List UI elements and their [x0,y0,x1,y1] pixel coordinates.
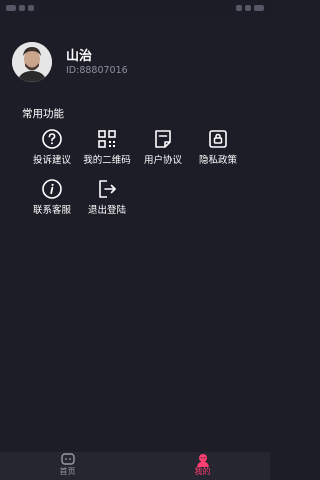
feature-label: 投诉建议 [32,155,71,166]
qr-code-icon [98,130,116,148]
feature-logout-button[interactable]: 退出登陆 [77,178,137,222]
logout-icon [99,180,116,198]
lock-icon [209,130,227,148]
feature-feedback-button[interactable]: 投诉建议 [22,128,82,172]
question-icon [42,129,62,149]
info-icon [42,179,62,199]
notification-icon [28,5,34,11]
username: 山治 [66,49,93,64]
profile-header[interactable]: 山治 ID:88807016 [12,42,258,82]
network-icon [245,5,251,11]
notification-icon [19,5,25,11]
feature-label: 联系客服 [32,205,71,216]
chat-bubble-icon [60,453,75,465]
user-profile-icon [196,454,209,467]
feature-label: 退出登陆 [87,205,126,216]
feature-contact-support-button[interactable]: 联系客服 [22,178,82,222]
tab-home-label: 首页 [59,467,76,476]
tab-home[interactable]: 首页 [0,452,135,480]
signal-icon [6,5,16,11]
tab-me-label: 我的 [194,467,211,476]
user-id: ID:88807016 [66,65,128,76]
avatar-image [12,42,52,82]
feature-label: 用户协议 [143,155,182,166]
status-bar [0,0,270,16]
feature-privacy-policy-button[interactable]: 隐私政策 [188,128,248,172]
document-icon [155,130,171,148]
tab-me[interactable]: 我的 [135,452,270,480]
feature-qr-code-button[interactable]: 我的二维码 [77,128,137,172]
feature-user-agreement-button[interactable]: 用户协议 [133,128,193,172]
avatar[interactable] [12,42,52,82]
feature-label: 我的二维码 [83,155,131,166]
feature-label: 隐私政策 [198,155,237,166]
section-title: 常用功能 [22,108,64,120]
bottom-tab-bar: 首页 我的 [0,452,270,480]
wifi-icon [236,5,242,11]
status-right-icons [236,3,264,13]
status-left-icons [6,3,34,13]
battery-icon [254,5,264,11]
